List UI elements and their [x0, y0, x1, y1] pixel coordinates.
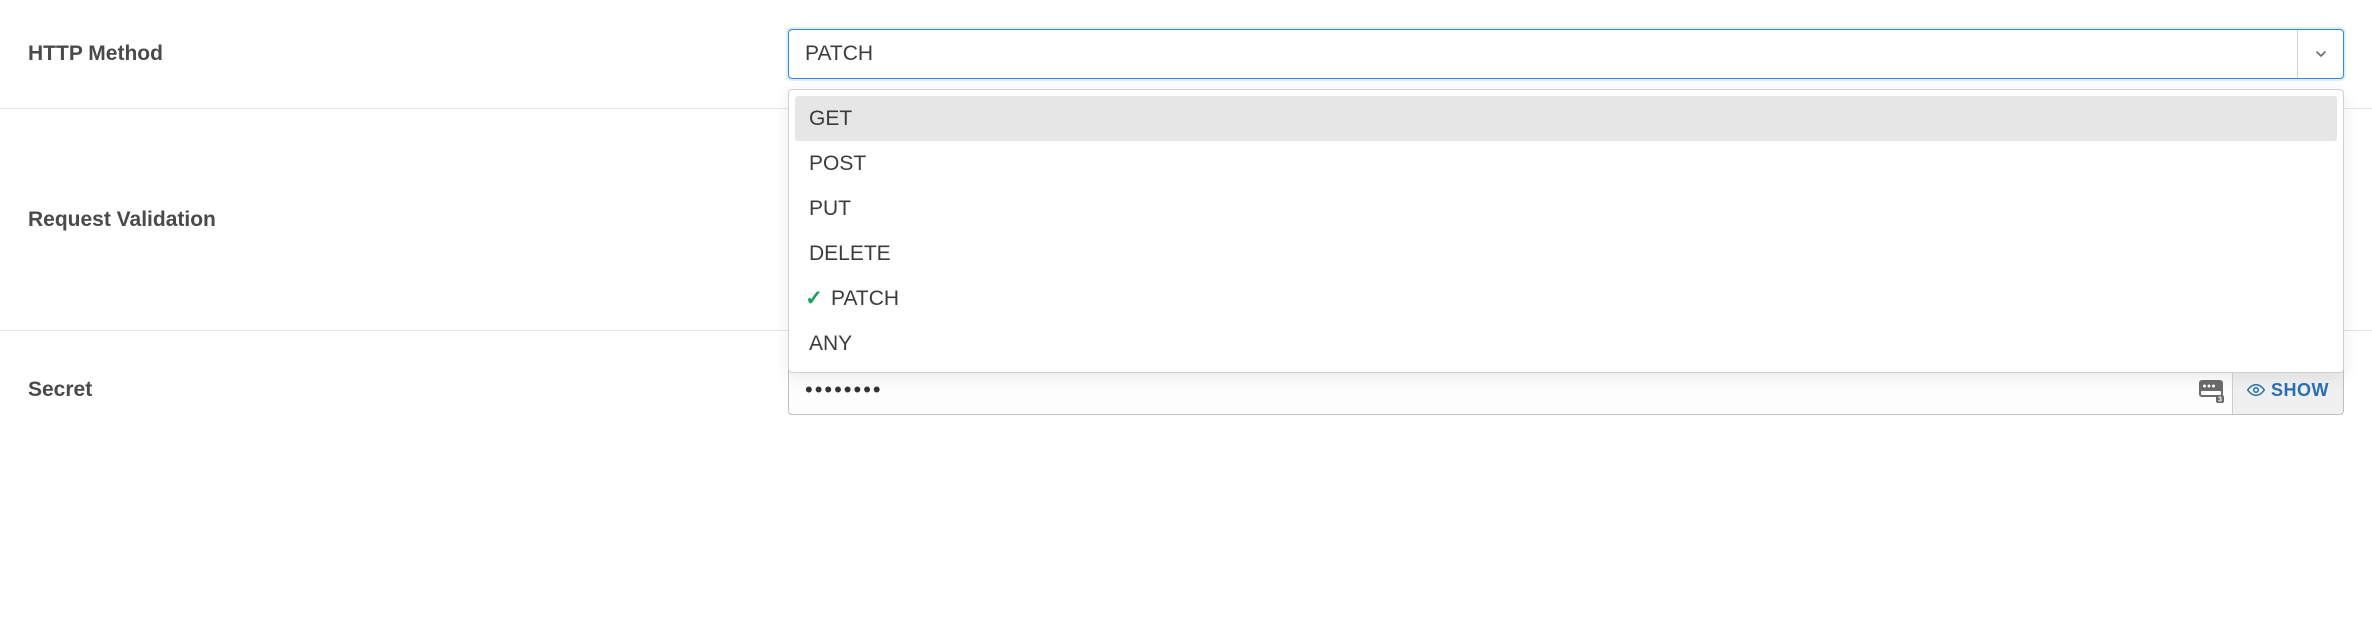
http-method-select-value: PATCH: [789, 42, 2297, 66]
secret-label: Secret: [28, 378, 788, 402]
show-secret-button[interactable]: SHOW: [2232, 366, 2343, 414]
dropdown-item-any[interactable]: ✓ ANY: [795, 321, 2337, 366]
request-validation-label: Request Validation: [28, 208, 788, 232]
show-secret-label: SHOW: [2271, 380, 2329, 401]
dropdown-item-label: ANY: [809, 332, 852, 356]
http-method-select[interactable]: PATCH: [788, 29, 2344, 79]
dropdown-item-patch[interactable]: ✓ PATCH: [795, 276, 2337, 321]
dropdown-item-label: DELETE: [809, 242, 891, 266]
dropdown-item-label: GET: [809, 107, 852, 131]
eye-icon: [2247, 381, 2265, 399]
dropdown-item-label: POST: [809, 152, 866, 176]
svg-text:3: 3: [2218, 397, 2222, 404]
http-method-field: PATCH ✓ GET ✓ POST ✓ PUT ✓ DELETE: [788, 29, 2344, 79]
http-method-row: HTTP Method PATCH ✓ GET ✓ POST ✓ PUT ✓: [0, 0, 2372, 109]
secret-input[interactable]: ••••••••: [789, 377, 2194, 403]
dropdown-item-label: PATCH: [831, 287, 899, 311]
password-manager-icon[interactable]: 3: [2194, 373, 2228, 407]
dropdown-item-label: PUT: [809, 197, 851, 221]
chevron-down-icon[interactable]: [2297, 30, 2343, 78]
dropdown-item-put[interactable]: ✓ PUT: [795, 186, 2337, 231]
dropdown-item-delete[interactable]: ✓ DELETE: [795, 231, 2337, 276]
check-icon: ✓: [805, 286, 827, 311]
http-method-dropdown: ✓ GET ✓ POST ✓ PUT ✓ DELETE ✓ PATCH ✓ AN…: [788, 89, 2344, 373]
dropdown-item-post[interactable]: ✓ POST: [795, 141, 2337, 186]
dropdown-item-get[interactable]: ✓ GET: [795, 96, 2337, 141]
http-method-label: HTTP Method: [28, 42, 788, 66]
